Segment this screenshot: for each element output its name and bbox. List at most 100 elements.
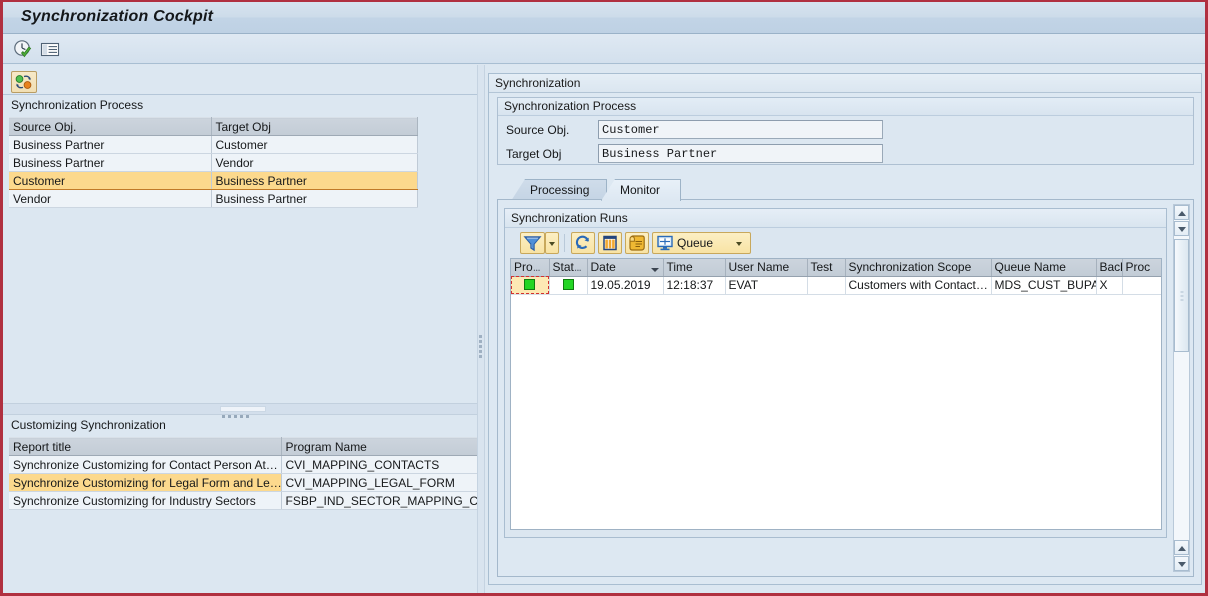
source-obj-input[interactable] bbox=[598, 120, 883, 139]
grid-row[interactable]: 19.05.2019 12:18:37 EVAT Customers with … bbox=[511, 276, 1161, 295]
customizing-sync-caption: Customizing Synchronization bbox=[11, 418, 166, 432]
source-obj-label: Source Obj. bbox=[506, 123, 570, 137]
cell-report-title[interactable]: Synchronize Customizing for Legal Form a… bbox=[9, 473, 282, 492]
cell-program-name[interactable]: CVI_MAPPING_CONTACTS bbox=[281, 455, 484, 474]
column-header-proc[interactable]: Proc bbox=[1122, 259, 1161, 277]
scroll-down-button-bottom[interactable] bbox=[1174, 556, 1189, 571]
customizing-sync-table[interactable]: Report title Program Name Synchronize Cu… bbox=[9, 437, 484, 510]
sync-process-caption: Synchronization Process bbox=[11, 98, 144, 112]
monitor-queue-icon bbox=[655, 234, 675, 255]
horizontal-splitter[interactable] bbox=[3, 403, 482, 418]
triangle-down-icon bbox=[1178, 227, 1186, 232]
left-panel-toolbar bbox=[3, 69, 482, 95]
queue-button-label: Queue bbox=[677, 236, 714, 250]
cell-target-obj[interactable]: Customer bbox=[211, 135, 418, 154]
log-icon[interactable] bbox=[625, 232, 649, 254]
synchronization-icon-button[interactable] bbox=[11, 71, 37, 93]
column-header-program-name[interactable]: Program Name bbox=[281, 437, 484, 456]
table-row[interactable]: Synchronize Customizing for Contact Pers… bbox=[9, 455, 484, 474]
column-header-status[interactable]: Stat... bbox=[549, 259, 588, 277]
cell-date[interactable]: 19.05.2019 bbox=[587, 276, 664, 295]
table-row-selected[interactable]: Customer Business Partner bbox=[9, 171, 418, 190]
cell-status[interactable] bbox=[549, 276, 588, 295]
cell-sync-scope[interactable]: Customers with Contact… bbox=[845, 276, 992, 295]
scroll-down-button[interactable] bbox=[1174, 221, 1189, 236]
sync-runs-groupbox: Synchronization Runs Queue Pro... Stat..… bbox=[504, 208, 1167, 538]
page-title: Synchronization Cockpit bbox=[21, 8, 214, 25]
target-obj-input[interactable] bbox=[598, 144, 883, 163]
cell-time[interactable]: 12:18:37 bbox=[663, 276, 726, 295]
column-header-target-obj[interactable]: Target Obj bbox=[211, 117, 418, 136]
sync-runs-grid[interactable]: Pro... Stat... Date Time User Name Test bbox=[510, 258, 1162, 530]
sort-descending-icon bbox=[650, 267, 659, 272]
grid-header-row: Pro... Stat... Date Time User Name Test bbox=[511, 259, 1161, 277]
column-header-time[interactable]: Time bbox=[663, 259, 726, 277]
columns-icon[interactable] bbox=[598, 232, 622, 254]
tab-processing[interactable]: Processing bbox=[511, 179, 607, 201]
cell-target-obj[interactable]: Vendor bbox=[211, 153, 418, 172]
sync-process-groupbox: Synchronization Process Source Obj. Targ… bbox=[497, 97, 1194, 165]
triangle-down-icon bbox=[1178, 562, 1186, 567]
filter-dropdown-button[interactable] bbox=[545, 232, 559, 254]
list-view-icon[interactable] bbox=[39, 39, 61, 59]
column-header-process[interactable]: Pro... bbox=[511, 259, 550, 277]
triangle-up-icon bbox=[1178, 546, 1186, 551]
cell-user-name[interactable]: EVAT bbox=[725, 276, 808, 295]
column-header-queue-name[interactable]: Queue Name bbox=[991, 259, 1097, 277]
splitter-grip[interactable] bbox=[219, 406, 266, 418]
synchronization-caption: Synchronization bbox=[489, 74, 1201, 93]
vertical-splitter[interactable] bbox=[477, 65, 485, 593]
table-row[interactable]: Business Partner Vendor bbox=[9, 153, 418, 172]
cell-queue-name[interactable]: MDS_CUST_BUPA bbox=[991, 276, 1097, 295]
left-panel: Synchronization Process Source Obj. Targ… bbox=[3, 65, 485, 593]
status-green-square-icon bbox=[562, 279, 574, 290]
main-toolbar bbox=[3, 34, 1205, 64]
cell-target-obj[interactable]: Business Partner bbox=[211, 189, 418, 208]
cell-source-obj[interactable]: Customer bbox=[9, 171, 212, 190]
tab-strip: Processing Monitor bbox=[497, 177, 1194, 201]
cell-report-title[interactable]: Synchronize Customizing for Contact Pers… bbox=[9, 455, 282, 474]
cell-target-obj[interactable]: Business Partner bbox=[211, 171, 418, 190]
scroll-up-button[interactable] bbox=[1174, 205, 1189, 220]
filter-icon[interactable] bbox=[520, 232, 545, 254]
column-header-date[interactable]: Date bbox=[587, 259, 664, 277]
cell-report-title[interactable]: Synchronize Customizing for Industry Sec… bbox=[9, 491, 282, 510]
work-area: Synchronization Process Source Obj. Targ… bbox=[3, 65, 1205, 593]
scrollbar-thumb[interactable] bbox=[1174, 239, 1189, 352]
cell-source-obj[interactable]: Business Partner bbox=[9, 135, 212, 154]
toolbar-separator bbox=[564, 234, 565, 252]
execute-check-icon[interactable] bbox=[13, 39, 35, 59]
column-header-test[interactable]: Test bbox=[807, 259, 846, 277]
table-row[interactable]: Vendor Business Partner bbox=[9, 189, 418, 208]
cell-test[interactable] bbox=[807, 276, 846, 295]
sync-process-table[interactable]: Source Obj. Target Obj Business Partner … bbox=[9, 117, 418, 208]
cell-process-status[interactable] bbox=[511, 276, 550, 295]
table-row[interactable]: Synchronize Customizing for Industry Sec… bbox=[9, 491, 484, 510]
column-header-user-name[interactable]: User Name bbox=[725, 259, 808, 277]
sync-runs-title: Synchronization Runs bbox=[505, 209, 1166, 228]
triangle-up-icon bbox=[1178, 211, 1186, 216]
column-header-report-title[interactable]: Report title bbox=[9, 437, 282, 456]
cell-program-name[interactable]: CVI_MAPPING_LEGAL_FORM bbox=[281, 473, 484, 492]
column-header-back[interactable]: Back bbox=[1096, 259, 1123, 277]
tab-content-monitor: Synchronization Runs Queue Pro... Stat..… bbox=[497, 199, 1194, 577]
column-header-source-obj[interactable]: Source Obj. bbox=[9, 117, 212, 136]
status-green-square-icon bbox=[524, 279, 536, 290]
refresh-icon[interactable] bbox=[571, 232, 595, 254]
chevron-down-icon[interactable] bbox=[736, 242, 742, 246]
cell-back[interactable]: X bbox=[1096, 276, 1123, 295]
column-header-sync-scope[interactable]: Synchronization Scope bbox=[845, 259, 992, 277]
table-row-selected[interactable]: Synchronize Customizing for Legal Form a… bbox=[9, 473, 484, 492]
cell-proc[interactable] bbox=[1122, 276, 1161, 295]
table-header-row: Report title Program Name bbox=[9, 437, 484, 456]
queue-button[interactable]: Queue bbox=[652, 232, 751, 254]
tab-monitor[interactable]: Monitor bbox=[601, 179, 681, 201]
cell-source-obj[interactable]: Vendor bbox=[9, 189, 212, 208]
cell-program-name[interactable]: FSBP_IND_SECTOR_MAPPING_CHEC bbox=[281, 491, 484, 510]
vertical-splitter-grip[interactable] bbox=[478, 333, 484, 358]
cell-source-obj[interactable]: Business Partner bbox=[9, 153, 212, 172]
application-window: Synchronization Cockpit Synchronization … bbox=[0, 0, 1208, 596]
scroll-up-button-bottom[interactable] bbox=[1174, 540, 1189, 555]
table-row[interactable]: Business Partner Customer bbox=[9, 135, 418, 154]
tab-content-scrollbar[interactable] bbox=[1173, 204, 1190, 572]
